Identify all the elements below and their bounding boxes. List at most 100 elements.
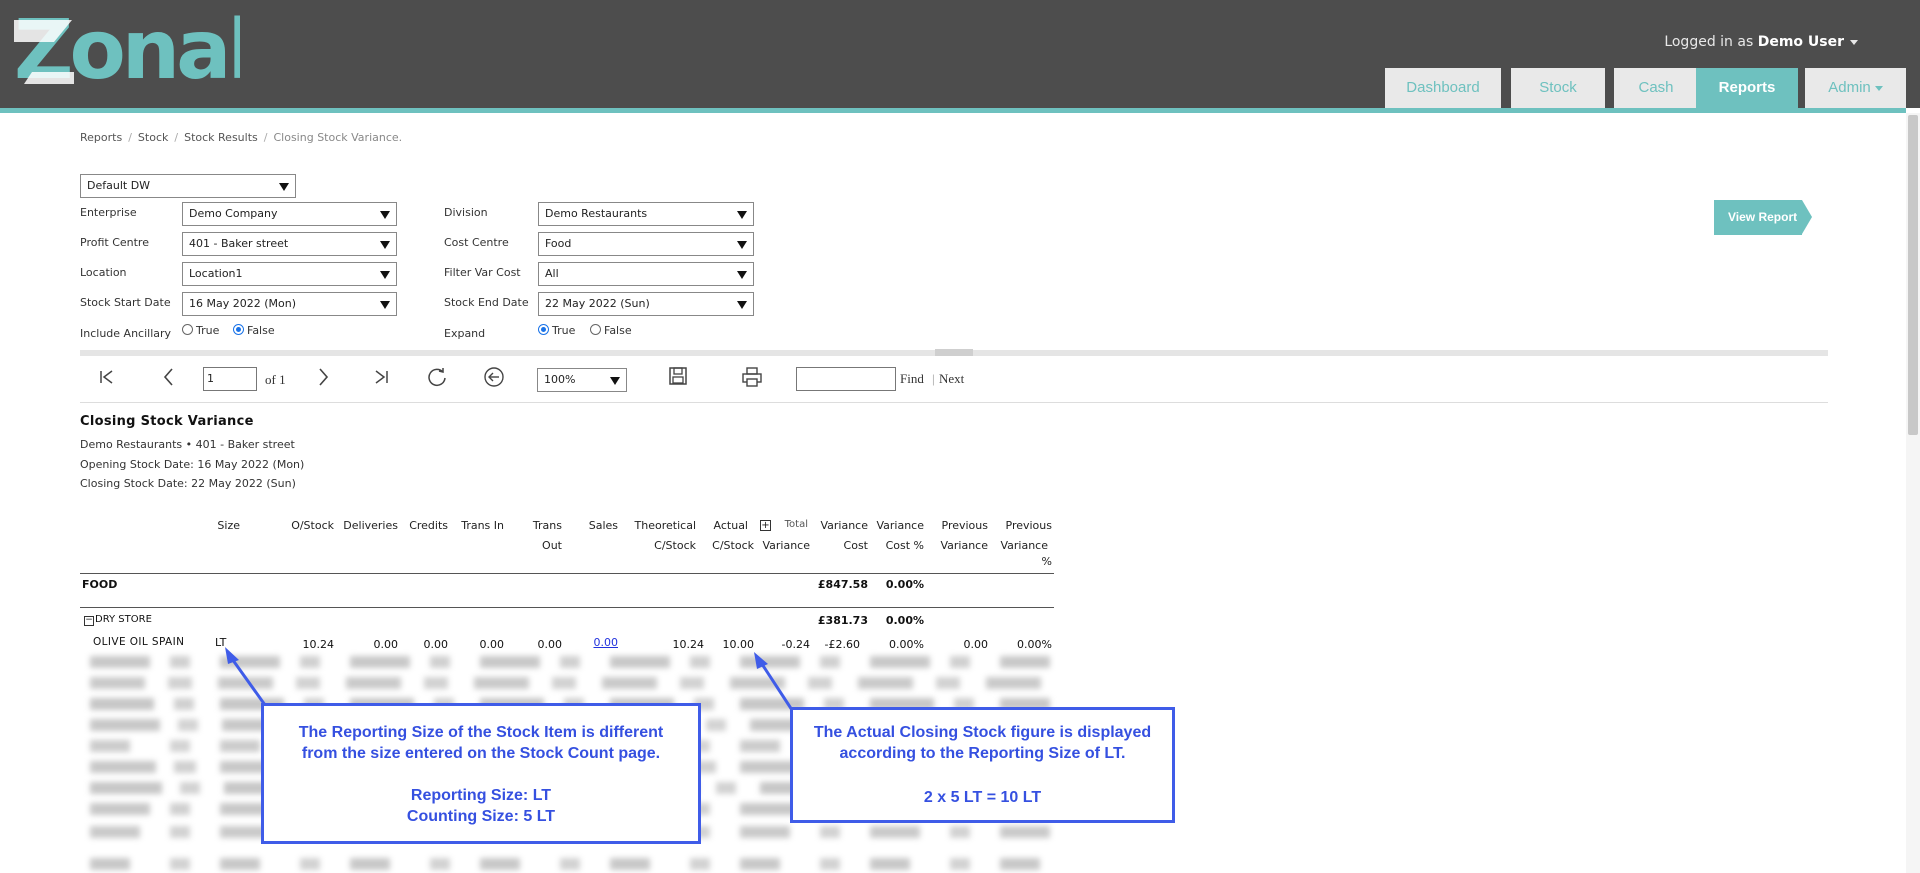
item-variance-cost: -£2.60: [824, 638, 860, 651]
scrollbar-thumb[interactable]: [1908, 115, 1918, 435]
dropdown-arrow-icon: [737, 241, 747, 249]
include-ancillary-label: Include Ancillary: [80, 327, 172, 340]
find-separator: |: [932, 371, 935, 386]
item-trans-out: 0.00: [537, 638, 563, 651]
page-number-value: 1: [207, 372, 214, 385]
filter-var-cost-label: Filter Var Cost: [444, 266, 521, 279]
stock-end-value: 22 May 2022 (Sun): [545, 297, 650, 310]
item-sales-link[interactable]: 0.00: [578, 636, 619, 649]
breadcrumb-stock-results[interactable]: Stock Results: [184, 131, 258, 144]
col-variance-pct-1: Variance: [876, 519, 924, 532]
callout-left-line3: Reporting Size: LT: [410, 787, 552, 804]
profile-select[interactable]: Default DW: [80, 174, 296, 198]
col-trans-out-2: Out: [542, 539, 562, 552]
radio-true-label: True: [196, 324, 220, 337]
last-page-icon[interactable]: [372, 368, 390, 386]
cost-centre-value: Food: [545, 237, 572, 250]
col-prev-variance-2: Variance: [940, 539, 988, 552]
tab-dashboard[interactable]: Dashboard: [1385, 68, 1501, 108]
callout-left-line2: from the size entered on the Stock Count…: [301, 745, 661, 762]
division-label: Division: [444, 206, 488, 219]
profit-centre-select[interactable]: 401 - Baker street: [182, 232, 397, 256]
logged-in-label: Logged in as: [1664, 34, 1754, 50]
item-size: LT: [215, 636, 227, 649]
zonal-logo[interactable]: Zonal: [14, 12, 240, 84]
item-prev-variance-pct: 0.00%: [1017, 638, 1052, 651]
stock-start-value: 16 May 2022 (Mon): [189, 297, 296, 310]
expand-true-radio[interactable]: True: [538, 324, 575, 337]
tab-stock[interactable]: Stock: [1511, 68, 1605, 108]
stock-end-select[interactable]: 22 May 2022 (Sun): [538, 292, 754, 316]
previous-page-icon[interactable]: [160, 367, 178, 387]
col-actual-1: Actual: [713, 519, 748, 532]
food-rule: [80, 607, 1054, 608]
view-report-label: View Report: [1728, 210, 1798, 224]
col-prev-variance-pct-3: %: [1041, 555, 1052, 568]
stock-start-select[interactable]: 16 May 2022 (Mon): [182, 292, 397, 316]
group-food-label: FOOD: [82, 578, 118, 591]
dropdown-arrow-icon: [380, 211, 390, 219]
breadcrumb-reports[interactable]: Reports: [80, 131, 122, 144]
collapse-minus-icon[interactable]: −: [84, 616, 94, 626]
radio-selected-icon: [233, 324, 244, 335]
col-theoretical-2: C/Stock: [654, 539, 696, 552]
stock-end-label: Stock End Date: [444, 296, 529, 309]
zoom-select[interactable]: 100%: [537, 368, 627, 392]
dropdown-arrow-icon: [380, 301, 390, 309]
enterprise-label: Enterprise: [80, 206, 137, 219]
tab-admin[interactable]: Admin: [1805, 68, 1906, 108]
splitter-collapse-handle[interactable]: [935, 349, 973, 356]
tab-cash[interactable]: Cash: [1614, 68, 1698, 108]
col-prev-variance-1: Previous: [941, 519, 989, 532]
first-page-icon[interactable]: [98, 368, 116, 386]
save-icon[interactable]: [668, 366, 688, 386]
division-value: Demo Restaurants: [545, 207, 648, 220]
col-sales: Sales: [588, 519, 618, 532]
view-report-button[interactable]: View Report: [1714, 200, 1812, 235]
report-title: Closing Stock Variance: [80, 414, 254, 429]
toolbar-divider: [80, 402, 1828, 403]
report-subtitle: Demo Restaurants • 401 - Baker street: [80, 438, 295, 451]
dropdown-arrow-icon: [610, 377, 620, 385]
find-link[interactable]: Find: [900, 371, 924, 387]
page-count-label: of 1: [265, 372, 286, 387]
refresh-icon[interactable]: [426, 366, 448, 388]
expand-false-radio[interactable]: False: [590, 324, 632, 337]
dropdown-arrow-icon: [380, 271, 390, 279]
callout-reporting-size: The Reporting Size of the Stock Item is …: [261, 703, 701, 844]
tab-dashboard-label: Dashboard: [1406, 79, 1480, 96]
group-food-variance-pct: 0.00%: [885, 578, 924, 591]
header-rule: [80, 573, 1054, 574]
include-ancillary-true-radio[interactable]: True: [182, 324, 219, 337]
find-input[interactable]: [796, 367, 896, 391]
tab-reports[interactable]: Reports: [1696, 68, 1798, 108]
division-select[interactable]: Demo Restaurants: [538, 202, 754, 226]
filter-var-cost-select[interactable]: All: [538, 262, 754, 286]
expand-plus-icon[interactable]: +: [760, 520, 771, 531]
next-page-icon[interactable]: [314, 367, 332, 387]
callout-right-line2: according to the Reporting Size of LT.: [839, 745, 1126, 762]
dropdown-arrow-icon: [737, 211, 747, 219]
logged-in-user-menu[interactable]: Logged in as Demo User: [1664, 34, 1858, 50]
enterprise-select[interactable]: Demo Company: [182, 202, 397, 226]
back-icon[interactable]: [483, 366, 505, 388]
chevron-down-icon: [1874, 85, 1883, 91]
item-name: OLIVE OIL SPAIN: [93, 636, 185, 648]
print-icon[interactable]: [741, 366, 763, 388]
page-number-input[interactable]: 1: [203, 367, 257, 391]
chevron-down-icon: [1850, 39, 1858, 45]
next-link[interactable]: Next: [939, 371, 964, 387]
col-total-1: Total: [784, 519, 808, 530]
col-credits: Credits: [409, 519, 448, 532]
item-trans-in: 0.00: [479, 638, 505, 651]
item-deliveries: 0.00: [373, 638, 399, 651]
cost-centre-label: Cost Centre: [444, 236, 509, 249]
breadcrumb-stock[interactable]: Stock: [138, 131, 168, 144]
include-ancillary-false-radio[interactable]: False: [233, 324, 275, 337]
col-total-2: Variance: [762, 539, 810, 552]
tab-stock-label: Stock: [1539, 79, 1577, 96]
col-actual-2: C/Stock: [712, 539, 754, 552]
cost-centre-select[interactable]: Food: [538, 232, 754, 256]
expand-label: Expand: [444, 327, 486, 340]
location-select[interactable]: Location1: [182, 262, 397, 286]
